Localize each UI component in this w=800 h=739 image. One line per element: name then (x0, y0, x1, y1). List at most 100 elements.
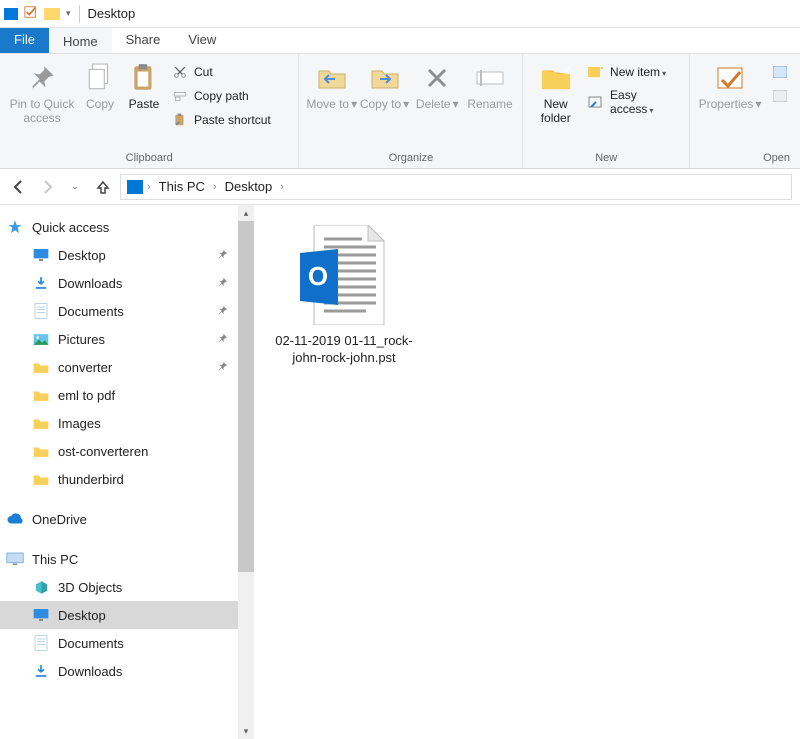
edit-partial-button[interactable] (766, 86, 794, 106)
chevron-right-icon[interactable]: › (280, 181, 284, 193)
nav-qa-item[interactable]: Images (0, 409, 238, 437)
pc-icon (6, 551, 24, 567)
nav-qa-item[interactable]: converter (0, 353, 238, 381)
nav-scrollbar[interactable]: ▴ ▾ (238, 205, 254, 739)
nav-pc-item[interactable]: Downloads (0, 657, 238, 685)
copy-button[interactable]: Copy (78, 58, 122, 112)
move-to-icon (316, 62, 348, 94)
cut-button[interactable]: Cut (166, 62, 277, 82)
properties-qat-icon[interactable] (24, 5, 38, 22)
nav-pc-item[interactable]: Desktop (0, 601, 238, 629)
title-divider (79, 5, 80, 23)
copy-to-icon (369, 62, 401, 94)
address-bar: ⌄ › This PC › Desktop › (0, 169, 800, 205)
delete-button[interactable]: Delete▾ (411, 58, 464, 112)
ribbon-group-new: New folder New item▾ Easy access▾ New (523, 54, 690, 168)
monitor-icon (32, 607, 50, 623)
rename-button[interactable]: Rename (464, 58, 517, 112)
window-title: Desktop (88, 6, 136, 21)
tab-home[interactable]: Home (49, 28, 112, 53)
nav-item-label: Downloads (58, 664, 122, 679)
move-to-button[interactable]: Move to▾ (305, 58, 358, 112)
file-name-label: 02-11-2019 01-11_rock-john-rock-john.pst (274, 333, 414, 367)
folder-icon (32, 415, 50, 431)
copy-path-icon (172, 88, 188, 104)
title-bar: ▾ Desktop (0, 0, 800, 28)
outlook-pst-icon: O (300, 225, 388, 325)
main-area: Quick access DesktopDownloadsDocumentsPi… (0, 205, 800, 739)
nav-pc-item[interactable]: Documents (0, 629, 238, 657)
nav-qa-item[interactable]: thunderbird (0, 465, 238, 493)
ribbon-tabs: File Home Share View (0, 28, 800, 54)
copy-label: Copy (86, 98, 114, 112)
nav-qa-item[interactable]: Documents (0, 297, 238, 325)
paste-shortcut-icon (172, 112, 188, 128)
ribbon-group-clipboard: Pin to Quick access Copy Paste Cut (0, 54, 299, 168)
qat-dropdown-icon[interactable]: ▾ (66, 8, 71, 19)
breadcrumb-this-pc[interactable]: This PC (155, 177, 209, 196)
ribbon-group-organize: Move to▾ Copy to▾ Delete▾ Rename Organiz… (299, 54, 523, 168)
nav-item-label: Desktop (58, 248, 106, 263)
nav-this-pc[interactable]: This PC (0, 545, 238, 573)
forward-button[interactable] (36, 176, 58, 198)
new-item-button[interactable]: New item▾ (582, 62, 683, 82)
nav-pc-item[interactable]: 3D Objects (0, 573, 238, 601)
nav-item-label: Images (58, 416, 101, 431)
delete-icon (421, 62, 453, 94)
edit-partial-icon (772, 88, 788, 104)
easy-access-button[interactable]: Easy access▾ (582, 86, 683, 118)
recent-dropdown[interactable]: ⌄ (64, 176, 86, 198)
copy-path-button[interactable]: Copy path (166, 86, 277, 106)
file-list[interactable]: O 02-11-2019 01-11_rock-john-rock-john.p… (254, 205, 800, 739)
open-partial-button[interactable] (766, 62, 794, 82)
folder-icon (32, 443, 50, 459)
open-caption: Open (696, 150, 794, 168)
new-item-icon (588, 64, 604, 80)
tab-file[interactable]: File (0, 28, 49, 53)
nav-qa-item[interactable]: Desktop (0, 241, 238, 269)
file-item[interactable]: O 02-11-2019 01-11_rock-john-rock-john.p… (274, 225, 414, 367)
nav-onedrive[interactable]: OneDrive (0, 505, 238, 533)
up-button[interactable] (92, 176, 114, 198)
properties-button[interactable]: Properties▾ (696, 58, 764, 112)
nav-quick-access[interactable]: Quick access (0, 213, 238, 241)
paste-button[interactable]: Paste (122, 58, 166, 112)
scroll-down-icon[interactable]: ▾ (238, 723, 254, 739)
folder-qat-icon[interactable] (44, 8, 60, 20)
ribbon: Pin to Quick access Copy Paste Cut (0, 54, 800, 169)
back-button[interactable] (8, 176, 30, 198)
folder-icon (32, 471, 50, 487)
tab-view[interactable]: View (174, 28, 230, 53)
cloud-icon (6, 511, 24, 527)
nav-item-label: Desktop (58, 608, 106, 623)
nav-item-label: ost-converteren (58, 444, 148, 459)
pin-icon (217, 276, 228, 291)
app-icon[interactable] (4, 8, 18, 20)
pin-icon (217, 360, 228, 375)
nav-qa-item[interactable]: Downloads (0, 269, 238, 297)
easy-access-icon (588, 94, 604, 110)
nav-item-label: Pictures (58, 332, 105, 347)
navigation-pane[interactable]: Quick access DesktopDownloadsDocumentsPi… (0, 205, 238, 739)
scroll-up-icon[interactable]: ▴ (238, 205, 254, 221)
paste-shortcut-label: Paste shortcut (194, 113, 271, 127)
nav-qa-item[interactable]: eml to pdf (0, 381, 238, 409)
paste-label: Paste (129, 98, 160, 112)
delete-label: Delete▾ (416, 98, 459, 112)
doc-icon (32, 635, 50, 651)
nav-qa-item[interactable]: Pictures (0, 325, 238, 353)
breadcrumb[interactable]: › This PC › Desktop › (120, 174, 792, 200)
paste-shortcut-button[interactable]: Paste shortcut (166, 110, 277, 130)
copy-to-button[interactable]: Copy to▾ (358, 58, 411, 112)
pin-icon (217, 304, 228, 319)
new-folder-button[interactable]: New folder (529, 58, 582, 126)
properties-label: Properties▾ (699, 98, 762, 112)
rename-label: Rename (467, 98, 512, 112)
chevron-right-icon[interactable]: › (147, 181, 151, 193)
tab-share[interactable]: Share (112, 28, 175, 53)
nav-qa-item[interactable]: ost-converteren (0, 437, 238, 465)
breadcrumb-desktop[interactable]: Desktop (221, 177, 277, 196)
pin-label: Pin to Quick access (6, 98, 78, 126)
pin-to-quick-access-button[interactable]: Pin to Quick access (6, 58, 78, 126)
chevron-right-icon[interactable]: › (213, 181, 217, 193)
